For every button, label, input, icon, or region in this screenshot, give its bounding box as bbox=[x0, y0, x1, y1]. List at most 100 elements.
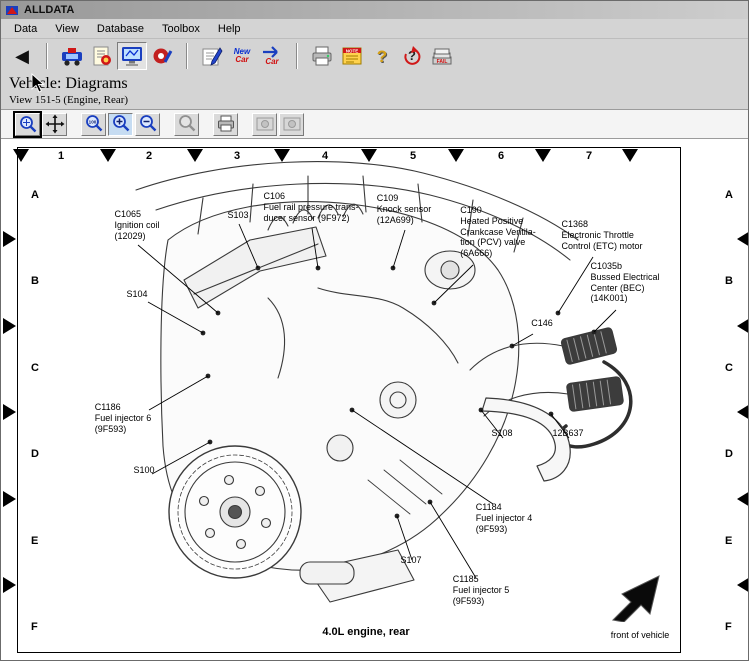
zoom-in-icon bbox=[111, 114, 131, 134]
grid-row-label-left: B bbox=[31, 275, 39, 287]
new-car-button[interactable]: New Car bbox=[227, 42, 257, 70]
grid-right-marker bbox=[737, 318, 749, 334]
title-bar[interactable]: ALLDATA bbox=[1, 1, 748, 19]
page-title: Vehicle: Diagrams bbox=[9, 75, 128, 93]
grid-row-label-right: E bbox=[725, 535, 732, 547]
diagram-canvas: 4.0L engine, rear front of vehicle 12345… bbox=[1, 139, 748, 660]
grid-right-marker bbox=[737, 231, 749, 247]
grid-row-label-left: A bbox=[31, 189, 39, 201]
diagram-callout-S108: S108 bbox=[491, 428, 512, 439]
help-refresh-icon: ? bbox=[400, 44, 424, 68]
grid-column-label: 5 bbox=[410, 150, 416, 162]
grid-top-marker bbox=[361, 149, 377, 162]
page-next-button[interactable] bbox=[279, 113, 304, 136]
zoom-100-label: 100 bbox=[88, 120, 96, 125]
note-icon: NOTE bbox=[340, 44, 364, 68]
help-button[interactable]: ? bbox=[367, 42, 397, 70]
diagram-callout-C1065: C1065Ignition coil(12029) bbox=[114, 209, 159, 241]
app-icon[interactable] bbox=[5, 3, 19, 17]
change-car-button[interactable]: Car bbox=[257, 42, 287, 70]
zoom-in-button[interactable] bbox=[108, 113, 133, 136]
diagram-callout-C1035b: C1035bBussed ElectricalCenter (BEC)(14K0… bbox=[590, 261, 659, 304]
menu-toolbox[interactable]: Toolbox bbox=[153, 21, 209, 37]
menu-database[interactable]: Database bbox=[88, 21, 153, 37]
grid-top-marker bbox=[187, 149, 203, 162]
vehicle-button[interactable] bbox=[57, 42, 87, 70]
grid-column-label: 6 bbox=[498, 150, 504, 162]
menu-data[interactable]: Data bbox=[5, 21, 46, 37]
menu-bar: Data View Database Toolbox Help bbox=[1, 19, 748, 39]
grid-left-marker bbox=[3, 491, 16, 507]
grid-left-marker bbox=[3, 404, 16, 420]
diagram-callout-S104: S104 bbox=[126, 289, 147, 300]
page-prev-button[interactable] bbox=[252, 113, 277, 136]
fail-stack-icon: FAIL bbox=[429, 44, 455, 68]
front-of-vehicle-label: front of vehicle bbox=[611, 630, 670, 640]
components-button[interactable] bbox=[147, 42, 177, 70]
grid-top-marker bbox=[622, 149, 638, 162]
grid-top-marker bbox=[535, 149, 551, 162]
page-subtitle: View 151-5 (Engine, Rear) bbox=[9, 94, 128, 106]
pan-button[interactable] bbox=[42, 113, 67, 136]
menu-help[interactable]: Help bbox=[209, 21, 250, 37]
zoom-out-icon bbox=[138, 114, 158, 134]
zoom-100-button[interactable]: 100 bbox=[81, 113, 106, 136]
main-toolbar: ◀ bbox=[1, 39, 748, 73]
components-icon bbox=[150, 44, 174, 68]
diagrams-button[interactable] bbox=[117, 42, 147, 70]
diagram-callout-C1186: C1186Fuel injector 6(9F593) bbox=[95, 402, 152, 434]
diagram-callout-C106: C106Fuel rail pressure trans-ducer senso… bbox=[263, 191, 358, 223]
front-of-vehicle-arrow-icon bbox=[601, 564, 669, 622]
print-button[interactable] bbox=[307, 42, 337, 70]
grid-top-marker bbox=[100, 149, 116, 162]
note-button[interactable]: NOTE bbox=[337, 42, 367, 70]
grid-column-label: 2 bbox=[146, 150, 152, 162]
diagram-callout-C1185: C1185Fuel injector 5(9F593) bbox=[453, 574, 510, 606]
grid-left-marker bbox=[3, 231, 16, 247]
fail-stack-button[interactable]: FAIL bbox=[427, 42, 457, 70]
diagram-callout-C1184: C1184Fuel injector 4(9F593) bbox=[476, 502, 533, 534]
information-button[interactable] bbox=[87, 42, 117, 70]
pen-book-icon bbox=[200, 44, 224, 68]
grid-row-label-right: C bbox=[725, 362, 733, 374]
grid-row-label-right: A bbox=[725, 189, 733, 201]
grid-column-label: 7 bbox=[586, 150, 592, 162]
grid-row-label-left: F bbox=[31, 621, 38, 633]
grid-column-label: 4 bbox=[322, 150, 328, 162]
diagram-callout-C190: C190Heated PositiveCrankcase Ventila-tio… bbox=[460, 205, 536, 259]
diagram-callout-S103: S103 bbox=[227, 210, 248, 221]
diagram-caption: 4.0L engine, rear bbox=[322, 626, 409, 638]
grid-top-marker bbox=[448, 149, 464, 162]
diagram-callout-12B637: 12B637 bbox=[552, 428, 583, 439]
information-icon bbox=[90, 44, 114, 68]
pan-icon bbox=[45, 114, 65, 134]
zoom-select-button[interactable] bbox=[15, 113, 40, 136]
grid-row-label-left: E bbox=[31, 535, 38, 547]
diagram-callout-C146: C146 bbox=[531, 318, 553, 329]
notebook-button[interactable] bbox=[197, 42, 227, 70]
grid-right-marker bbox=[737, 404, 749, 420]
zoom-100-icon: 100 bbox=[84, 114, 104, 134]
help-refresh-button[interactable]: ? bbox=[397, 42, 427, 70]
zoom-gray-button[interactable] bbox=[174, 113, 199, 136]
toolbar-separator bbox=[46, 43, 48, 69]
page-prev-icon bbox=[255, 114, 275, 134]
back-button[interactable]: ◀ bbox=[7, 42, 37, 70]
toolbar-separator bbox=[296, 43, 298, 69]
fail-label: FAIL bbox=[437, 59, 448, 65]
zoom-select-icon bbox=[18, 114, 38, 134]
grid-row-label-left: C bbox=[31, 362, 39, 374]
printer-icon bbox=[310, 44, 334, 68]
printer-icon bbox=[216, 114, 236, 134]
zoom-out-button[interactable] bbox=[135, 113, 160, 136]
page-next-icon bbox=[282, 114, 302, 134]
diagram-callout-C1368: C1368Electronic ThrottleControl (ETC) mo… bbox=[561, 219, 642, 251]
zoom-gray-icon bbox=[177, 114, 197, 134]
print-view-button[interactable] bbox=[213, 113, 238, 136]
vehicle-icon bbox=[60, 44, 84, 68]
grid-row-label-left: D bbox=[31, 448, 39, 460]
diagram-callout-S100: S100 bbox=[133, 465, 154, 476]
menu-view[interactable]: View bbox=[46, 21, 88, 37]
diagrams-monitor-icon bbox=[120, 44, 144, 68]
grid-row-label-right: D bbox=[725, 448, 733, 460]
